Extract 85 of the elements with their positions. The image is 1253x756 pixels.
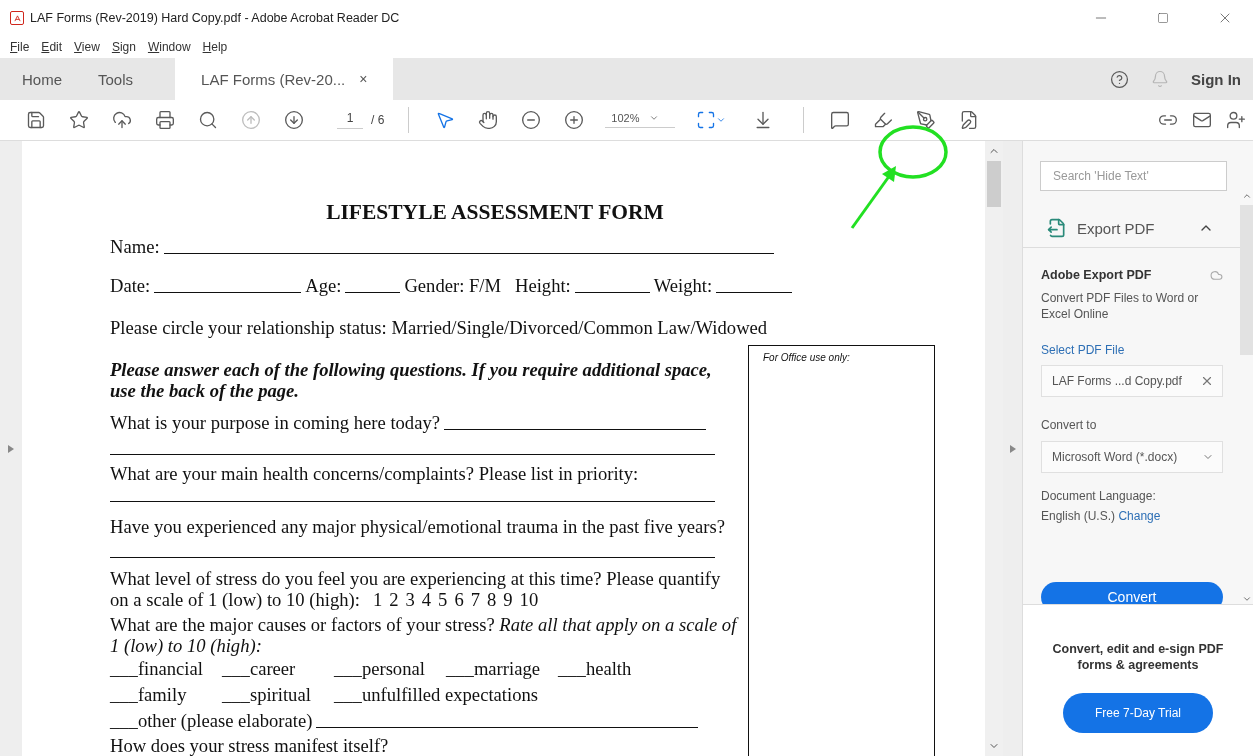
add-user-icon[interactable] [1226, 110, 1246, 130]
question: What is your purpose in coming here today? [110, 412, 440, 433]
promo-text: Convert, edit and e-sign PDF forms & agreements [1051, 641, 1225, 673]
mail-icon[interactable] [1192, 110, 1212, 130]
stress-option: ___spiritual [222, 684, 334, 705]
stress-option: ___family [110, 684, 222, 705]
search-icon[interactable] [197, 110, 218, 130]
menu-item[interactable]: View [74, 40, 100, 54]
print-icon[interactable] [154, 110, 175, 130]
export-pdf-icon [1047, 218, 1067, 238]
cloud-upload-icon[interactable] [111, 110, 132, 130]
question: Have you experienced any major physical/emotional trauma in the past five years? [110, 516, 725, 537]
question: What are the major causes or factors of your stress? Rate all that apply on a scale of 1 (low) to 10 (high): [110, 614, 738, 656]
app-icon [10, 11, 24, 25]
free-trial-button[interactable]: Free 7-Day Trial [1063, 693, 1213, 733]
tab[interactable]: Tools [84, 58, 148, 100]
page-number-field[interactable]: 1 [337, 111, 363, 129]
annotation-circle [878, 125, 948, 179]
field-label: Age: [305, 275, 342, 296]
stress-option: ___financial [110, 658, 222, 679]
zoom-dropdown[interactable]: 102% [605, 112, 676, 128]
field-label: Date: [110, 275, 151, 296]
annotation-arrow [850, 166, 896, 229]
menu-item[interactable]: Window [147, 40, 191, 54]
convert-to-label: Convert to [1041, 417, 1098, 433]
stress-option: ___unfulfilled expectations [334, 684, 538, 705]
expand-right-icon[interactable] [1009, 444, 1016, 453]
convert-button[interactable]: Convert [1041, 582, 1223, 604]
expand-left-icon[interactable] [8, 444, 14, 453]
language-label: Document Language: [1041, 488, 1157, 504]
next-page-icon[interactable] [283, 110, 304, 130]
stress-option: ___health [558, 658, 670, 679]
hand-icon[interactable] [477, 110, 498, 130]
tab-close-button[interactable]: × [359, 71, 368, 87]
menu-item[interactable]: Edit [41, 40, 63, 54]
page-count: / 6 [371, 113, 385, 127]
star-icon[interactable] [68, 110, 89, 130]
menu-item[interactable]: Help [202, 40, 228, 54]
language-value: English (U.S.) [1041, 509, 1116, 523]
panel-description: Convert PDF Files to Word or Excel Online [1041, 290, 1200, 322]
field-label: Height: [515, 275, 571, 296]
stress-option: ___marriage [446, 658, 558, 679]
question: How does your stress manifest itself? [110, 737, 390, 755]
stress-option: ___personal [334, 658, 446, 679]
fit-page-icon[interactable] [696, 110, 717, 130]
save-icon[interactable] [25, 110, 46, 130]
change-link[interactable]: Change [1118, 509, 1161, 523]
form-title: LIFESTYLE ASSESSMENT FORM [325, 201, 665, 223]
select-file-link[interactable]: Select PDF File [1041, 343, 1223, 357]
format-dropdown[interactable]: Microsoft Word (*.docx) [1041, 441, 1223, 473]
instructions: Please answer each of the following questions. If you require additional space, use the back of the page. [110, 359, 713, 401]
file-field[interactable]: LAF Forms ...d Copy.pdf [1041, 365, 1223, 397]
stress-option: ___career [222, 658, 334, 679]
zoom-out-icon[interactable] [520, 110, 541, 130]
comment-icon[interactable] [829, 110, 850, 130]
help-icon[interactable] [1110, 69, 1129, 89]
question: What are your main health concerns/complaints? Please list in priority: [110, 463, 639, 484]
window-title: LAF Forms (Rev-2019) Hard Copy.pdf - Adobe Acrobat Reader DC [30, 11, 401, 25]
question: What level of stress do you feel you are experiencing at this time? Please quantify on a scale of 1 (low) to 10 (high): 1 2 3 4 5 6 7 8 9 10 [110, 568, 722, 610]
scroll-down-icon[interactable] [1241, 594, 1252, 604]
menu-item[interactable]: File [10, 40, 30, 54]
caret-icon[interactable] [649, 113, 660, 123]
search-field[interactable]: Search 'Hide Text' [1040, 161, 1227, 191]
menu-item[interactable]: Sign [111, 40, 136, 54]
maximize-icon[interactable] [1157, 12, 1169, 24]
field-label: Name: [110, 236, 160, 257]
pen-icon[interactable] [915, 110, 936, 130]
clear-icon[interactable] [1200, 374, 1214, 388]
highlighter-icon[interactable] [872, 110, 893, 130]
field-label: Gender: F/M [404, 275, 501, 296]
panel-heading: Adobe Export PDF [1041, 268, 1152, 282]
zoom-in-icon[interactable] [563, 110, 584, 130]
file-name: LAF Forms ...d Copy.pdf [1052, 374, 1182, 388]
tab[interactable]: LAF Forms (Rev-20... × [175, 58, 394, 100]
stress-option: ___other (please elaborate) [110, 710, 313, 731]
sign-in-link[interactable]: Sign In [1191, 70, 1241, 88]
scrollbar-thumb[interactable] [1240, 205, 1253, 355]
relationship-question: Please circle your relationship status: Married/Single/Divorced/Common Law/Widowed [110, 317, 769, 338]
tool-title: Export PDF [1077, 219, 1156, 237]
office-use-box: For Office use only: [748, 345, 935, 756]
scrollbar-thumb[interactable] [987, 161, 1001, 207]
cloud-icon [1210, 268, 1223, 282]
field-label: Weight: [653, 275, 713, 296]
tab[interactable]: Home [8, 58, 76, 100]
scroll-up-icon[interactable] [1241, 191, 1252, 201]
